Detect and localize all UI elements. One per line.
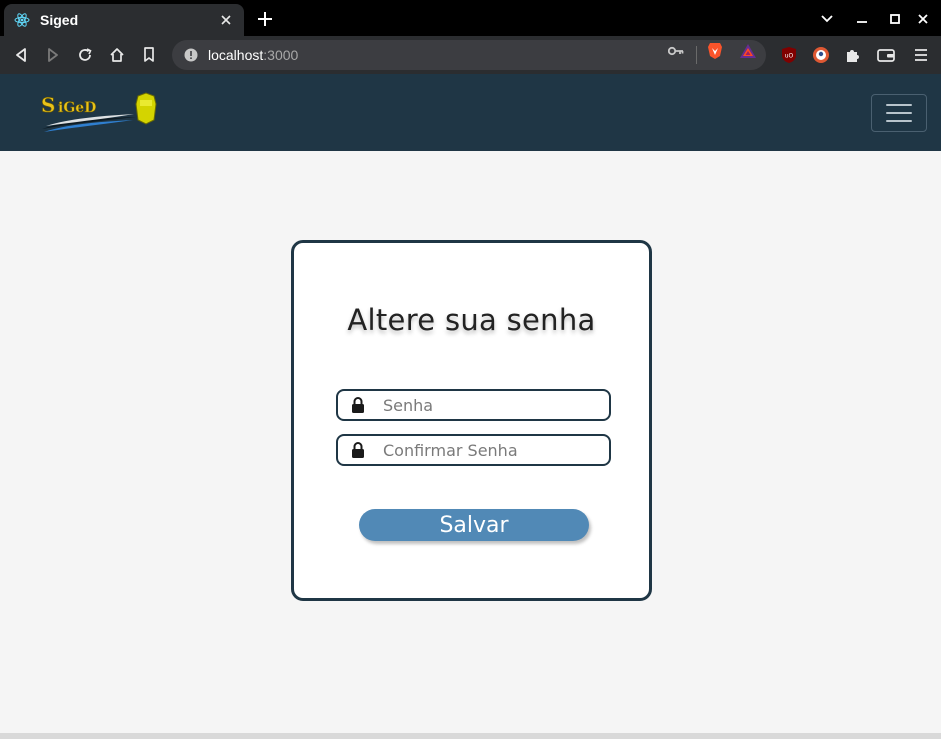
hamburger-line: [886, 112, 912, 114]
browser-tabstrip: Siged: [0, 0, 941, 36]
browser-menu-icon[interactable]: [910, 44, 932, 66]
browser-tab[interactable]: Siged: [4, 4, 244, 36]
brave-shields-icon[interactable]: [704, 40, 726, 62]
back-icon[interactable]: [10, 44, 32, 66]
svg-text:uO: uO: [785, 53, 794, 60]
lock-icon: [351, 441, 367, 459]
page-title: Altere sua senha: [347, 303, 596, 337]
brave-rewards-icon[interactable]: [737, 40, 759, 62]
reload-icon[interactable]: [74, 44, 96, 66]
hamburger-line: [886, 120, 912, 122]
close-window-icon[interactable]: [912, 8, 934, 30]
hamburger-line: [886, 104, 912, 106]
url-port: :3000: [263, 47, 299, 63]
new-tab-button[interactable]: [255, 10, 275, 30]
lock-icon: [351, 396, 367, 414]
hamburger-icon[interactable]: [871, 94, 927, 132]
url-host: localhost: [208, 47, 264, 63]
ublock-origin-icon[interactable]: uO: [778, 44, 800, 66]
tab-search-chevron-icon[interactable]: [816, 8, 838, 30]
app-navbar: S iGeD: [0, 74, 941, 151]
site-info-icon[interactable]: [184, 48, 198, 62]
password-field[interactable]: [336, 389, 611, 421]
bookmark-icon[interactable]: [138, 44, 160, 66]
react-atom-icon: [14, 12, 30, 28]
tab-title: Siged: [40, 12, 79, 28]
confirm-password-input[interactable]: [383, 437, 593, 463]
change-password-card: Altere sua senha Salvar: [291, 240, 652, 601]
save-button[interactable]: Salvar: [359, 509, 589, 541]
forward-icon[interactable]: [42, 44, 64, 66]
svg-text:iGeD: iGeD: [58, 100, 96, 116]
password-key-icon[interactable]: [665, 40, 687, 62]
duckduckgo-icon[interactable]: [810, 44, 832, 66]
password-input[interactable]: [383, 392, 593, 418]
svg-text:S: S: [41, 93, 55, 117]
home-icon[interactable]: [106, 44, 128, 66]
close-tab-icon[interactable]: [218, 12, 234, 28]
browser-toolbar: localhost:3000 uO: [0, 36, 941, 74]
toolbar-separator: [696, 46, 697, 64]
maximize-window-icon[interactable]: [884, 8, 906, 30]
siged-logo[interactable]: S iGeD: [38, 92, 160, 134]
wallet-icon[interactable]: [875, 44, 897, 66]
bottom-scroll-edge: [0, 733, 941, 739]
extensions-puzzle-icon[interactable]: [842, 44, 864, 66]
confirm-password-field[interactable]: [336, 434, 611, 466]
minimize-window-icon[interactable]: [851, 8, 873, 30]
